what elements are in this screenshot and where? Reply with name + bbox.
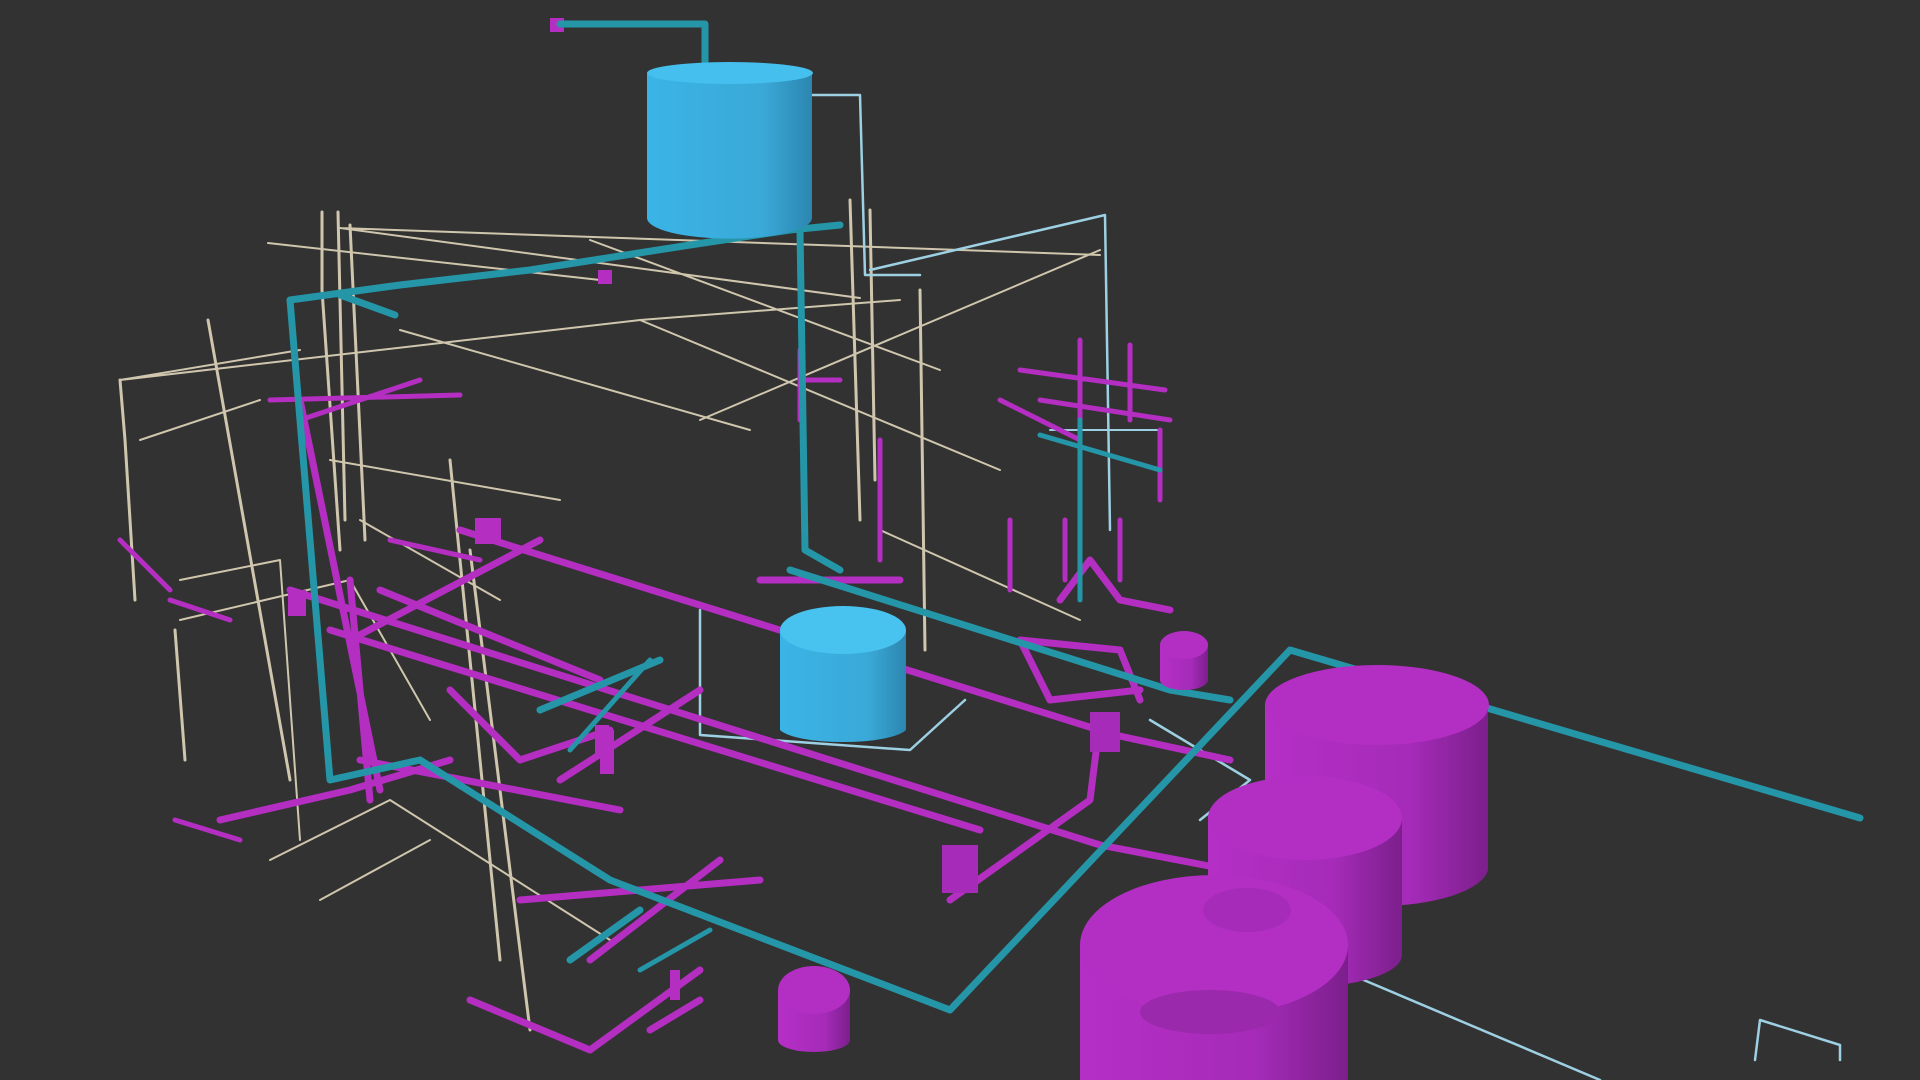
magenta-tank-small-2 — [1160, 631, 1208, 690]
magenta-tank-small-1 — [778, 966, 850, 1052]
plumbing-model-scene[interactable] — [0, 0, 1920, 1080]
valve-fitting — [670, 970, 680, 1000]
vent-piping — [118, 198, 1101, 1032]
valve-fitting — [600, 730, 614, 774]
magenta-tank-3 — [1080, 875, 1348, 1080]
ground-water-tank — [780, 606, 906, 743]
junction-box-fitting — [942, 845, 978, 893]
junction-box-fitting — [1090, 712, 1120, 752]
blue-tanks — [647, 62, 906, 743]
3d-viewport[interactable] — [0, 0, 1920, 1080]
fitting — [288, 590, 306, 616]
roof-water-tank — [647, 62, 813, 239]
valve-fitting — [598, 270, 612, 284]
cleanout-fitting — [475, 518, 501, 544]
domestic-water-piping — [286, 20, 1864, 1014]
